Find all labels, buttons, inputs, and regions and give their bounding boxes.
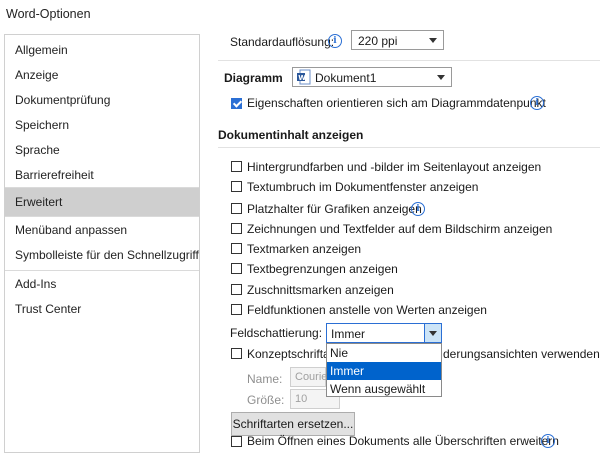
- info-icon[interactable]: i: [328, 34, 342, 48]
- field-shading-dropdown-list: Nie Immer Wenn ausgewählt: [326, 343, 442, 397]
- option-checkbox[interactable]: [231, 304, 242, 315]
- sidebar-item-add-ins[interactable]: Add-Ins: [5, 271, 199, 297]
- option-checkbox[interactable]: [231, 181, 242, 192]
- option-label: Platzhalter für Grafiken anzeigen: [247, 202, 422, 216]
- diagram-label: Diagramm: [224, 71, 283, 85]
- info-icon[interactable]: i: [530, 96, 544, 110]
- font-name-select[interactable]: Courie: [290, 367, 327, 387]
- section-title: Dokumentinhalt anzeigen: [218, 128, 364, 142]
- sidebar-item-barrierefreiheit[interactable]: Barrierefreiheit: [5, 162, 199, 188]
- chevron-down-icon: [429, 38, 437, 43]
- chart-properties-checkbox[interactable]: [231, 98, 242, 109]
- draft-font-checkbox[interactable]: [231, 348, 242, 359]
- sidebar-item-anzeige[interactable]: Anzeige: [5, 62, 199, 88]
- info-icon[interactable]: i: [541, 434, 555, 448]
- resolution-select[interactable]: 220 ppi: [351, 30, 444, 50]
- dropdown-button[interactable]: [424, 324, 441, 342]
- option-label: Zuschnittsmarken anzeigen: [247, 283, 394, 297]
- sidebar-item-speichern[interactable]: Speichern: [5, 112, 199, 138]
- dropdown-option-immer[interactable]: Immer: [327, 362, 441, 380]
- sidebar-item-dokumentpruefung[interactable]: Dokumentprüfung: [5, 87, 199, 113]
- draft-font-label-start: Konzeptschriftar: [247, 347, 334, 361]
- draft-font-label-end: derungsansichten verwenden: [443, 347, 600, 361]
- field-shading-label: Feldschattierung:: [230, 326, 323, 340]
- svg-text:W: W: [298, 74, 306, 82]
- field-shading-value: Immer: [331, 327, 365, 341]
- title-bar: Word-Optionen: [0, 0, 600, 30]
- sidebar-item-allgemein[interactable]: Allgemein: [5, 37, 199, 63]
- option-label: Textmarken anzeigen: [247, 242, 362, 256]
- sidebar-item-trust-center[interactable]: Trust Center: [5, 296, 199, 322]
- sidebar: Allgemein Anzeige Dokumentprüfung Speich…: [4, 34, 200, 453]
- option-checkbox[interactable]: [231, 203, 242, 214]
- option-label: Feldfunktionen anstelle von Werten anzei…: [247, 303, 487, 317]
- font-name-label: Name:: [247, 372, 283, 386]
- option-label: Hintergrundfarben und -bilder im Seitenl…: [247, 160, 542, 174]
- sidebar-item-menueband[interactable]: Menüband anpassen: [5, 217, 199, 243]
- option-label: Textumbruch im Dokumentfenster anzeigen: [247, 180, 479, 194]
- field-shading-select[interactable]: Immer: [326, 323, 442, 343]
- option-checkbox[interactable]: [231, 161, 242, 172]
- option-checkbox[interactable]: [231, 284, 242, 295]
- option-label: Zeichnungen und Textfelder auf dem Bilds…: [247, 222, 553, 236]
- dropdown-option-nie[interactable]: Nie: [327, 344, 441, 362]
- window-title: Word-Optionen: [6, 7, 91, 21]
- resolution-label: Standardauflösung:: [230, 35, 335, 49]
- expand-headings-checkbox[interactable]: [231, 436, 242, 447]
- chevron-down-icon: [429, 331, 437, 336]
- dropdown-option-wenn-ausgewaehlt[interactable]: Wenn ausgewählt: [327, 380, 441, 398]
- word-document-icon: W: [297, 69, 311, 85]
- chart-properties-label: Eigenschaften orientieren sich am Diagra…: [247, 96, 546, 110]
- info-icon[interactable]: i: [411, 202, 425, 216]
- resolution-value: 220 ppi: [358, 34, 398, 48]
- divider: [218, 147, 600, 148]
- option-checkbox[interactable]: [231, 263, 242, 274]
- chevron-down-icon: [437, 75, 445, 80]
- diagram-value: Dokument1: [315, 71, 377, 85]
- option-checkbox[interactable]: [231, 223, 242, 234]
- font-size-label: Größe:: [247, 393, 285, 407]
- replace-fonts-button[interactable]: Schriftarten ersetzen...: [231, 412, 355, 436]
- diagram-select[interactable]: W Dokument1: [292, 67, 452, 87]
- expand-headings-label: Beim Öffnen eines Dokuments alle Übersch…: [247, 434, 559, 448]
- divider: [218, 60, 600, 61]
- sidebar-item-sprache[interactable]: Sprache: [5, 137, 199, 163]
- option-checkbox[interactable]: [231, 243, 242, 254]
- option-label: Textbegrenzungen anzeigen: [247, 262, 398, 276]
- sidebar-item-schnellzugriff[interactable]: Symbolleiste für den Schnellzugriff: [5, 242, 199, 268]
- sidebar-item-erweitert[interactable]: Erweitert: [5, 188, 199, 216]
